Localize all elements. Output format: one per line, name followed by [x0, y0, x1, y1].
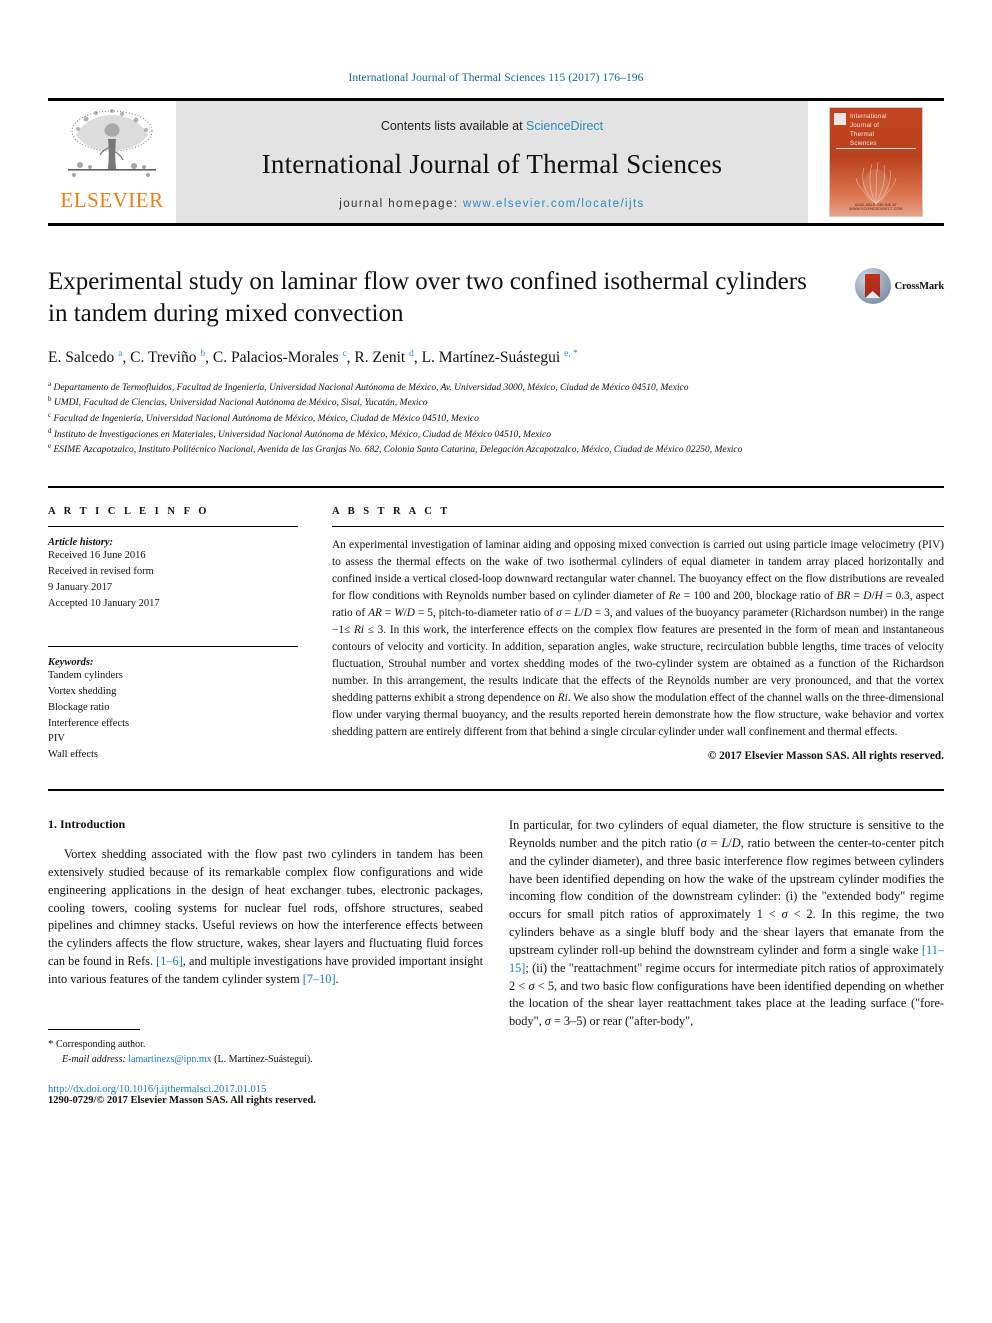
paper-page: International Journal of Thermal Science… — [0, 0, 992, 1323]
email-footnote: E-mail address: lamartinezs@ipn.mx (L. M… — [48, 1052, 483, 1067]
article-info-rule — [48, 526, 298, 528]
body-column-left: 1. Introduction Vortex shedding associat… — [48, 817, 483, 1106]
article-history-lines: Received 16 June 2016 Received in revised… — [48, 548, 298, 611]
keyword-item: Wall effects — [48, 749, 98, 760]
section-heading-introduction: 1. Introduction — [48, 817, 126, 832]
corresponding-star: * — [48, 1037, 54, 1050]
cover-image: International Journal of Thermal Sciences A… — [829, 107, 923, 217]
masthead-bottom-rule — [48, 223, 944, 226]
affiliation-list: a Departamento de Termofluidos, Facultad… — [48, 380, 944, 458]
article-info-heading: A R T I C L E I N F O — [48, 506, 210, 518]
cover-divider — [836, 148, 916, 149]
title-block: CrossMark Experimental study on laminar … — [48, 266, 944, 458]
keyword-item: PIV — [48, 733, 65, 745]
crossmark-circle-icon — [854, 268, 891, 304]
elsevier-wordmark: ELSEVIER — [60, 188, 164, 212]
author-list: E. Salcedo a, C. Treviño b, C. Palacios-… — [48, 348, 578, 366]
masthead-center: Contents lists available at ScienceDirec… — [176, 101, 808, 223]
cover-publisher-mark-icon — [834, 113, 846, 125]
email-label: E-mail address: — [62, 1054, 126, 1066]
article-history-line: 9 January 2017 — [48, 581, 113, 593]
email-link[interactable]: lamartinezs@ipn.mx — [128, 1054, 211, 1065]
cover-title-text: International Journal of Thermal Sciences — [850, 113, 887, 147]
journal-cover-thumbnail: International Journal of Thermal Sciences A… — [808, 101, 944, 223]
abstract-heading: A B S T R A C T — [332, 506, 451, 518]
contents-prefix: Contents lists available at — [380, 118, 527, 133]
affiliation-item: e ESIME Azcapotzalco, Instituto Politécn… — [48, 442, 743, 456]
affiliation-item: c Facultad de Ingeniería, Universidad Na… — [48, 410, 479, 425]
body-columns: 1. Introduction Vortex shedding associat… — [48, 817, 944, 1106]
intro-paragraph-left: Vortex shedding associated with the flow… — [48, 847, 483, 986]
keyword-item: Blockage ratio — [48, 701, 110, 713]
affiliation-item: a Departamento de Termofluidos, Facultad… — [48, 379, 689, 393]
doi-link[interactable]: http://dx.doi.org/10.1016/j.ijthermalsci… — [48, 1084, 483, 1095]
journal-masthead: ELSEVIER Contents lists available at Sci… — [48, 101, 944, 223]
email-owner: (L. Martínez-Suástegui). — [214, 1054, 313, 1066]
keyword-item: Vortex shedding — [48, 686, 117, 697]
article-history-label: Article history: — [48, 537, 114, 549]
cover-plume-graphic — [855, 161, 897, 205]
crossmark-label: CrossMark — [894, 280, 945, 292]
article-history-line: Received 16 June 2016 — [48, 550, 146, 562]
article-info-column: A R T I C L E I N F O Article history: R… — [48, 506, 298, 763]
abstract-copyright: © 2017 Elsevier Masson SAS. All rights r… — [707, 749, 944, 762]
abstract-text: An experimental investigation of laminar… — [332, 539, 945, 738]
keyword-item: Tandem cylinders — [48, 670, 123, 682]
body-column-right: In particular, for two cylinders of equa… — [509, 817, 944, 1106]
info-section-rule — [48, 485, 944, 489]
abstract-rule — [332, 526, 944, 528]
elsevier-logo: ELSEVIER — [48, 101, 176, 223]
cover-footer-text: AVAILABLE ONLINE AT WWW.SCIENCEDIRECT.CO… — [849, 203, 903, 211]
page-title: Experimental study on laminar flow over … — [48, 268, 807, 327]
elsevier-tree-icon — [60, 105, 164, 189]
article-history-line: Received in revised form — [48, 566, 154, 577]
contents-list-line: Contents lists available at ScienceDirec… — [381, 119, 603, 133]
journal-homepage-line: journal homepage: www.elsevier.com/locat… — [339, 198, 644, 210]
keywords-lines: Tandem cylinders Vortex shedding Blockage … — [48, 668, 298, 763]
corresponding-author-footnote: * Corresponding author. — [48, 1036, 483, 1053]
homepage-url-link[interactable]: www.elsevier.com/locate/ijts — [463, 198, 645, 210]
affiliation-item: b UMDI, Facultad de Ciencias, Universida… — [48, 395, 428, 409]
info-abstract-row: A R T I C L E I N F O Article history: R… — [48, 506, 944, 763]
footnote-rule — [48, 1028, 140, 1030]
running-head: International Journal of Thermal Science… — [348, 72, 644, 84]
homepage-prefix: journal homepage: — [339, 197, 463, 210]
keywords-label: Keywords: — [48, 657, 94, 669]
abstract-column: A B S T R A C T An experimental investig… — [332, 506, 944, 763]
intro-paragraph-right: In particular, for two cylinders of equa… — [509, 818, 944, 1029]
keyword-item: Interference effects — [48, 717, 130, 729]
journal-title: International Journal of Thermal Science… — [261, 148, 723, 179]
crossmark-badge[interactable]: CrossMark — [854, 268, 945, 304]
keywords-rule — [48, 646, 298, 648]
issn-copyright-line: 1290-0729/© 2017 Elsevier Masson SAS. Al… — [48, 1095, 316, 1107]
body-section-rule — [48, 788, 944, 792]
affiliation-item: d Instituto de Investigaciones en Materi… — [48, 426, 552, 440]
article-history-line: Accepted 10 January 2017 — [48, 597, 160, 609]
sciencedirect-link[interactable]: ScienceDirect — [526, 119, 603, 133]
corresponding-label: Corresponding author. — [56, 1038, 146, 1050]
